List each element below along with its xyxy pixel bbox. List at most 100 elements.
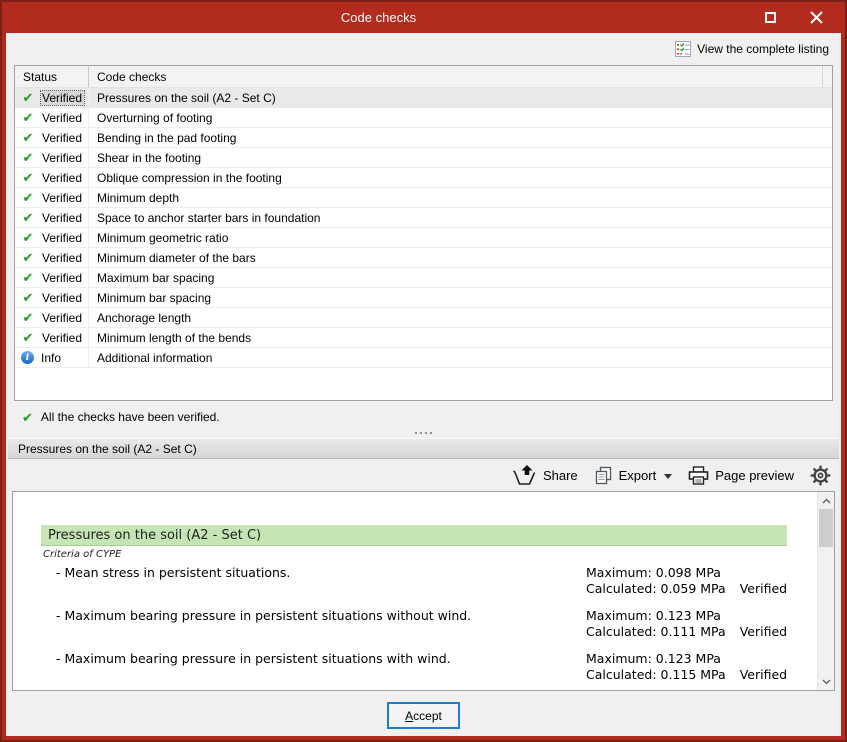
status-cell: ✔ Verified xyxy=(15,168,89,187)
report-items: - Mean stress in persistent situations. … xyxy=(56,565,817,683)
table-row[interactable]: ✔ Verified Minimum length of the bends xyxy=(15,328,832,348)
table-header[interactable]: Status Code checks xyxy=(15,66,832,88)
maximum-value: Maximum: 0.123 MPa xyxy=(586,651,721,666)
dialog-content: View the complete listing Status Code ch… xyxy=(6,33,841,736)
check-cell: Minimum depth xyxy=(89,188,832,207)
report-scrollbar[interactable] xyxy=(817,492,834,690)
report-toolbar: Share Export Page preview xyxy=(6,459,841,491)
report-item: - Maximum bearing pressure in persistent… xyxy=(56,608,817,640)
verified-check-icon: ✔ xyxy=(22,210,34,225)
column-header-code-checks[interactable]: Code checks xyxy=(89,70,822,84)
status-label: Verified xyxy=(42,110,83,125)
table-row[interactable]: i Info Additional information xyxy=(15,348,832,368)
check-name-label: Minimum bar spacing xyxy=(97,290,212,305)
report-item-label: - Mean stress in persistent situations. xyxy=(56,565,291,580)
table-row[interactable]: ✔ Verified Oblique compression in the fo… xyxy=(15,168,832,188)
chevron-up-icon xyxy=(822,498,830,503)
maximum-value: Maximum: 0.098 MPa xyxy=(586,565,721,580)
status-label: Verified xyxy=(40,89,85,106)
check-name-label: Anchorage length xyxy=(97,310,192,325)
table-row[interactable]: ✔ Verified Bending in the pad footing xyxy=(15,128,832,148)
window-controls xyxy=(755,6,841,30)
table-row[interactable]: ✔ Verified Shear in the footing xyxy=(15,148,832,168)
page-preview-label: Page preview xyxy=(715,467,794,483)
report-item: - Mean stress in persistent situations. … xyxy=(56,565,817,597)
report-item-label: - Maximum bearing pressure in persistent… xyxy=(56,651,451,666)
status-cell: ✔ Verified xyxy=(15,108,89,127)
item-status: Verified xyxy=(739,581,788,596)
view-complete-listing-button[interactable]: View the complete listing xyxy=(671,38,833,60)
table-row[interactable]: ✔ Verified Maximum bar spacing xyxy=(15,268,832,288)
accept-button[interactable]: Accept xyxy=(387,702,460,729)
report-panel: Pressures on the soil (A2 - Set C) Crite… xyxy=(12,491,835,691)
check-name-label: Oblique compression in the footing xyxy=(97,170,282,185)
share-button[interactable]: Share xyxy=(513,464,578,486)
scroll-down-button[interactable] xyxy=(818,673,834,690)
status-cell: ✔ Verified xyxy=(15,248,89,267)
status-cell: ✔ Verified xyxy=(15,148,89,167)
table-row[interactable]: ✔ Verified Space to anchor starter bars … xyxy=(15,208,832,228)
check-cell: Minimum bar spacing xyxy=(89,288,832,307)
chevron-down-icon xyxy=(822,679,830,684)
scrollbar-thumb[interactable] xyxy=(819,509,833,547)
titlebar[interactable]: Code checks xyxy=(6,2,841,33)
calculated-value: Calculated: 0.115 MPa xyxy=(586,667,726,682)
item-status: Verified xyxy=(739,667,788,682)
verified-check-icon: ✔ xyxy=(22,110,34,125)
status-cell: ✔ Verified xyxy=(15,268,89,287)
export-button[interactable]: Export xyxy=(594,466,673,485)
code-checks-table: Status Code checks ✔ Verified Pressures … xyxy=(14,65,833,401)
status-label: Verified xyxy=(42,210,83,225)
verified-check-icon: ✔ xyxy=(22,130,34,145)
status-label: Verified xyxy=(42,170,83,185)
table-row[interactable]: ✔ Verified Minimum depth xyxy=(15,188,832,208)
splitter-handle[interactable] xyxy=(6,428,841,438)
maximize-icon xyxy=(764,12,776,23)
verified-check-icon: ✔ xyxy=(22,270,34,285)
check-name-label: Additional information xyxy=(97,350,213,365)
dialog-frame: Code checks View the complete listing St… xyxy=(2,2,845,740)
check-cell: Anchorage length xyxy=(89,308,832,327)
check-cell: Minimum diameter of the bars xyxy=(89,248,832,267)
status-label: Verified xyxy=(42,130,83,145)
settings-button[interactable] xyxy=(810,465,831,486)
printer-icon xyxy=(688,465,709,485)
report-item-label: - Maximum bearing pressure in persistent… xyxy=(56,608,472,623)
check-name-label: Minimum depth xyxy=(97,190,180,205)
check-name-label: Bending in the pad footing xyxy=(97,130,237,145)
status-cell: ✔ Verified xyxy=(15,308,89,327)
check-name-label: Minimum diameter of the bars xyxy=(97,250,256,265)
column-header-status[interactable]: Status xyxy=(15,66,89,87)
status-cell: ✔ Verified xyxy=(15,288,89,307)
accept-button-label: Accept xyxy=(405,708,442,723)
column-header-filler xyxy=(822,66,832,87)
check-name-label: Maximum bar spacing xyxy=(97,270,215,285)
report-content: Pressures on the soil (A2 - Set C) Crite… xyxy=(13,492,817,690)
export-dropdown-caret xyxy=(664,473,673,479)
table-row[interactable]: ✔ Verified Overturning of footing xyxy=(15,108,832,128)
maximum-value: Maximum: 0.123 MPa xyxy=(586,608,721,623)
scroll-up-button[interactable] xyxy=(818,492,834,509)
table-row[interactable]: ✔ Verified Pressures on the soil (A2 - S… xyxy=(15,88,832,108)
close-button[interactable] xyxy=(801,6,831,30)
table-row[interactable]: ✔ Verified Minimum bar spacing xyxy=(15,288,832,308)
table-row[interactable]: ✔ Verified Minimum geometric ratio xyxy=(15,228,832,248)
verified-check-icon: ✔ xyxy=(22,230,34,245)
status-cell: ✔ Verified xyxy=(15,328,89,347)
section-title: Pressures on the soil (A2 - Set C) xyxy=(18,441,197,456)
report-item-values: Maximum: 0.123 MPa Calculated: 0.111 MPa… xyxy=(586,608,787,640)
check-cell: Oblique compression in the footing xyxy=(89,168,832,187)
status-cell: ✔ Verified xyxy=(15,188,89,207)
table-row[interactable]: ✔ Verified Anchorage length xyxy=(15,308,832,328)
item-status: Verified xyxy=(739,624,788,639)
report-item: - Maximum bearing pressure in persistent… xyxy=(56,651,817,683)
report-title: Pressures on the soil (A2 - Set C) xyxy=(41,525,787,546)
check-cell: Bending in the pad footing xyxy=(89,128,832,147)
table-row[interactable]: ✔ Verified Minimum diameter of the bars xyxy=(15,248,832,268)
check-name-label: Minimum length of the bends xyxy=(97,330,252,345)
status-cell: ✔ Verified xyxy=(15,228,89,247)
verified-check-icon: ✔ xyxy=(22,190,34,205)
page-preview-button[interactable]: Page preview xyxy=(688,465,794,485)
maximize-button[interactable] xyxy=(755,6,785,30)
check-cell: Pressures on the soil (A2 - Set C) xyxy=(89,88,832,107)
